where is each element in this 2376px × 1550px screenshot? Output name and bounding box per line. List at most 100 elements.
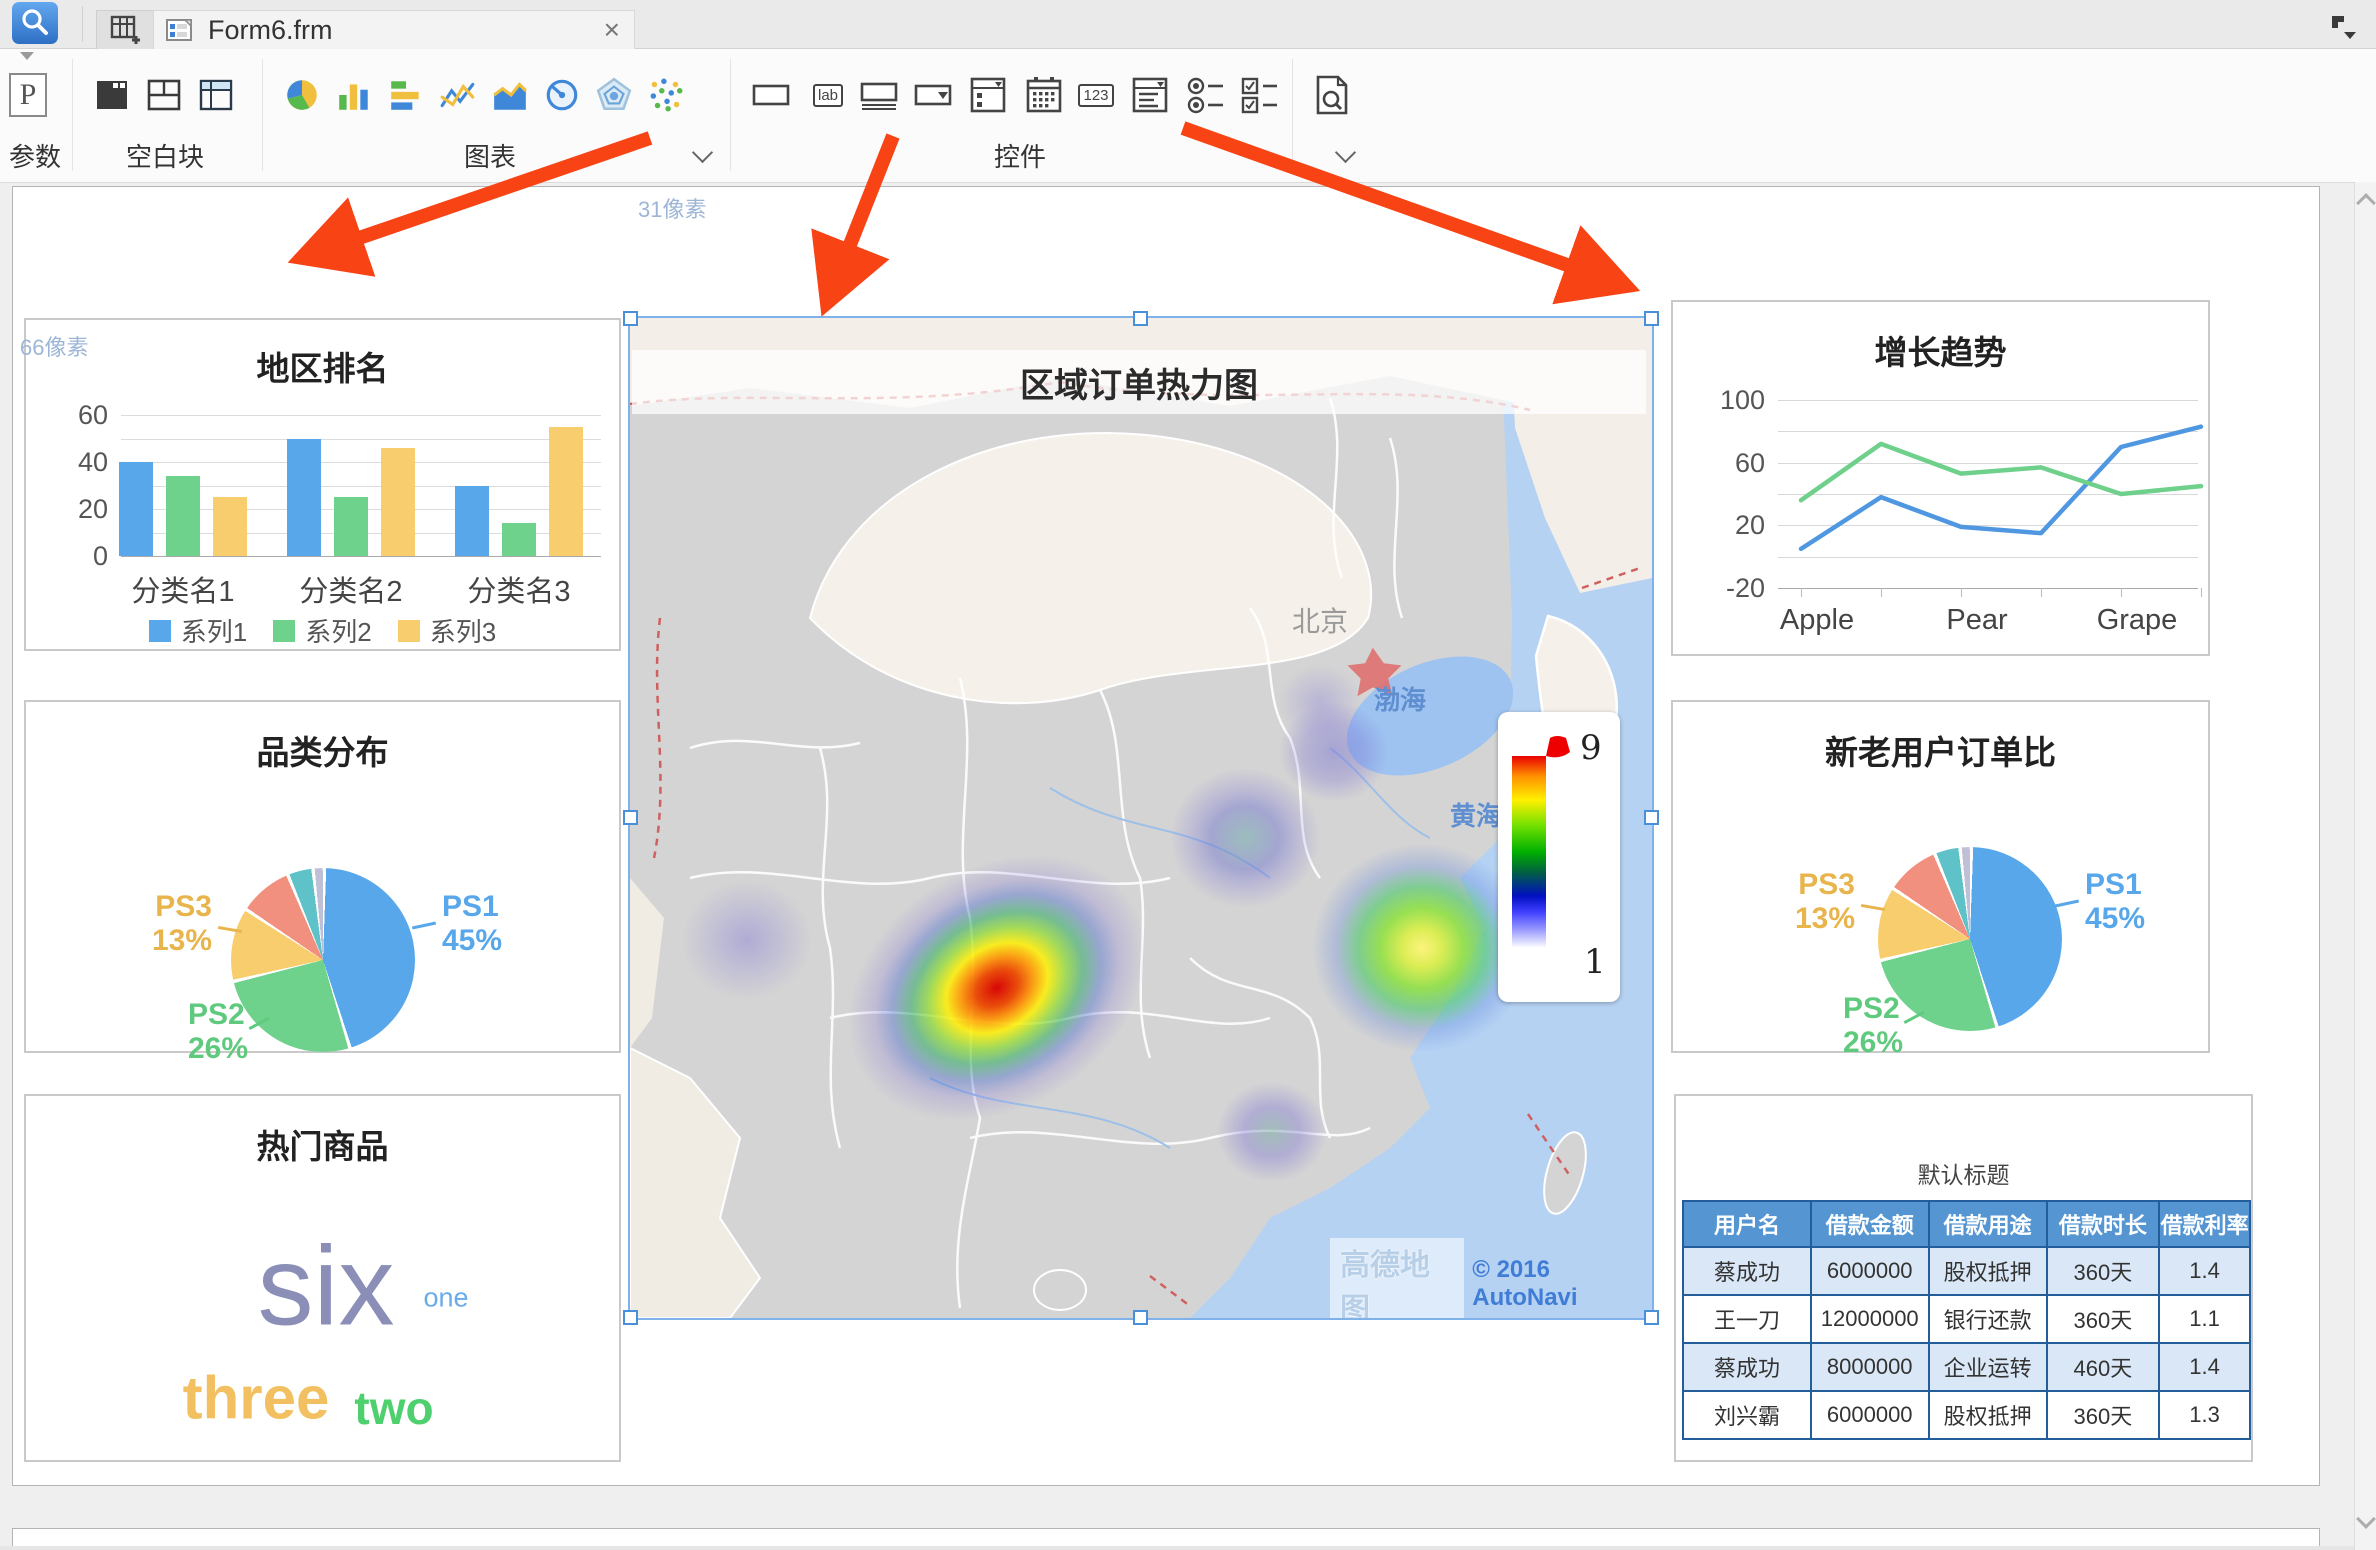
ribbon-toolbar: P 参数 空白块 <box>0 49 2376 183</box>
radar-chart-tool[interactable] <box>592 73 636 117</box>
selection-handle-se[interactable] <box>1644 1310 1659 1325</box>
tab-block-button[interactable] <box>90 73 134 117</box>
chart-title: 热门商品 <box>26 1120 619 1168</box>
y-axis-tick: 60 <box>46 400 108 431</box>
tab-form6[interactable]: Form6.frm × <box>153 10 635 50</box>
design-canvas-next-row[interactable] <box>12 1528 2320 1547</box>
panel-width-guide-label: 66像素 <box>20 330 88 362</box>
table-cell: 1.4 <box>2159 1247 2250 1295</box>
scatter-chart-tool[interactable] <box>644 73 688 117</box>
table-cell: 刘兴霸 <box>1683 1391 1811 1439</box>
widget-new-old-user-chart[interactable]: 新老用户订单比 PS145% PS313% PS226% <box>1671 700 2210 1053</box>
widget-region-ranking-chart[interactable]: 地区排名 0204060分类名1分类名2分类名3系列1系列2系列3 <box>24 318 621 651</box>
report-block-button[interactable] <box>194 73 238 117</box>
group-label-widget: 控件 <box>960 137 1080 174</box>
selection-handle-n[interactable] <box>1133 311 1148 326</box>
scatter-chart-icon <box>647 76 685 114</box>
widget-loan-report-block[interactable]: 默认标题 用户名借款金额借款用途借款时长借款利率蔡成功6000000股权抵押36… <box>1674 1094 2253 1462</box>
combobox-widget-tool[interactable] <box>912 73 956 117</box>
parameter-pane-button[interactable]: P <box>6 73 50 117</box>
table-cell: 股权抵押 <box>1929 1247 2047 1295</box>
column-chart-tool[interactable] <box>332 73 376 117</box>
table-cell: 银行还款 <box>1929 1295 2047 1343</box>
scroll-up-icon[interactable] <box>2356 193 2376 213</box>
table-cell: 蔡成功 <box>1683 1343 1811 1391</box>
widget-growth-trend-chart[interactable]: 增长趋势 -202060100ApplePearGrape <box>1671 300 2210 656</box>
heatmap-legend: 9 1 <box>1498 712 1620 1002</box>
divider <box>72 59 73 171</box>
bar <box>166 476 200 556</box>
table-header-cell: 用户名 <box>1683 1201 1811 1247</box>
area-chart-tool[interactable] <box>488 73 532 117</box>
bar-chart-tool[interactable] <box>384 73 428 117</box>
group-label-blank: 空白块 <box>105 137 225 174</box>
designer-window: Form6.frm × P 参数 <box>0 0 2376 1550</box>
app-logo-icon[interactable] <box>12 2 58 44</box>
bar-chart-icon <box>387 76 425 114</box>
table-cell: 360天 <box>2047 1391 2160 1439</box>
vertical-scrollbar[interactable] <box>2354 182 2376 1550</box>
legend-item: 系列1 <box>149 612 247 649</box>
table-header-cell: 借款时长 <box>2047 1201 2160 1247</box>
list-combobox-widget-tool[interactable] <box>1128 73 1172 117</box>
table-header-cell: 借款利率 <box>2159 1201 2250 1247</box>
radar-chart-icon <box>595 76 633 114</box>
legend-swatch <box>149 620 171 642</box>
y-axis-tick: 40 <box>46 447 108 478</box>
selection-handle-s[interactable] <box>1133 1310 1148 1325</box>
widget-order-heatmap-map[interactable]: 区域订单热力图 北京 渤海 黄海 9 1 高德地图 © 2016 AutoNav… <box>628 316 1654 1320</box>
pie-chart-tool[interactable] <box>280 73 324 117</box>
radio-group-widget-tool[interactable] <box>1184 73 1228 117</box>
line-chart-tool[interactable] <box>436 73 480 117</box>
query-preview-tool[interactable] <box>1310 73 1354 117</box>
table-cell: 8000000 <box>1811 1343 1929 1391</box>
list-combo-icon <box>1130 75 1170 115</box>
new-report-tab-button[interactable] <box>96 10 154 50</box>
pie-callout-ps3: PS313% <box>1777 868 1855 936</box>
table-row: 蔡成功6000000股权抵押360天1.4 <box>1683 1247 2250 1295</box>
legend-item: 系列2 <box>273 612 371 649</box>
dock-layout-icon[interactable] <box>2328 12 2362 47</box>
bar <box>381 448 415 556</box>
date-widget-tool[interactable] <box>1022 73 1066 117</box>
date-picker-icon <box>1024 75 1064 115</box>
table-cell: 460天 <box>2047 1343 2160 1391</box>
legend-max-glyph <box>1540 734 1574 760</box>
checkbox-group-widget-tool[interactable] <box>1238 73 1282 117</box>
selection-handle-nw[interactable] <box>623 311 638 326</box>
x-axis-category: 分类名3 <box>449 568 589 610</box>
legend-item: 系列3 <box>398 612 496 649</box>
tab-title: Form6.frm <box>208 15 333 46</box>
grid-plus-icon <box>110 15 140 45</box>
gauge-chart-tool[interactable] <box>540 73 584 117</box>
widget-category-distribution-chart[interactable]: 品类分布 PS145% PS313% PS226% <box>24 700 621 1053</box>
heat-blob-pearl-delta <box>1217 1082 1327 1182</box>
grid-line <box>121 415 601 416</box>
tree-widget-tool[interactable] <box>966 73 1010 117</box>
widget-group-expand-icon[interactable] <box>1335 142 1356 163</box>
table-cell: 360天 <box>2047 1247 2160 1295</box>
line-series-svg <box>1673 302 2233 632</box>
view-tree-icon <box>968 75 1008 115</box>
legend-gradient-bar <box>1512 756 1546 956</box>
divider <box>730 59 731 171</box>
selection-handle-e[interactable] <box>1644 810 1659 825</box>
app-menu-caret-icon[interactable] <box>20 52 34 60</box>
chart-group-expand-icon[interactable] <box>692 142 713 163</box>
legend-swatch <box>398 620 420 642</box>
textbox-widget-tool[interactable] <box>750 73 794 117</box>
textarea-widget-tool[interactable] <box>858 73 902 117</box>
magnifier-glyph <box>18 6 52 40</box>
grid-line <box>121 556 601 557</box>
selection-handle-w[interactable] <box>623 810 638 825</box>
block-header-icon <box>198 77 234 113</box>
label-widget-tool[interactable]: lab <box>806 73 850 117</box>
absolute-block-button[interactable] <box>142 73 186 117</box>
number-widget-tool[interactable]: 123 <box>1074 73 1118 117</box>
tab-close-icon[interactable]: × <box>604 16 620 44</box>
selection-handle-ne[interactable] <box>1644 311 1659 326</box>
scroll-down-icon[interactable] <box>2356 1509 2376 1529</box>
pie-callout-ps2: PS226% <box>1843 992 1903 1060</box>
widget-hot-products-cloud[interactable]: 热门商品 sixonethreetwo <box>24 1094 621 1462</box>
selection-handle-sw[interactable] <box>623 1310 638 1325</box>
